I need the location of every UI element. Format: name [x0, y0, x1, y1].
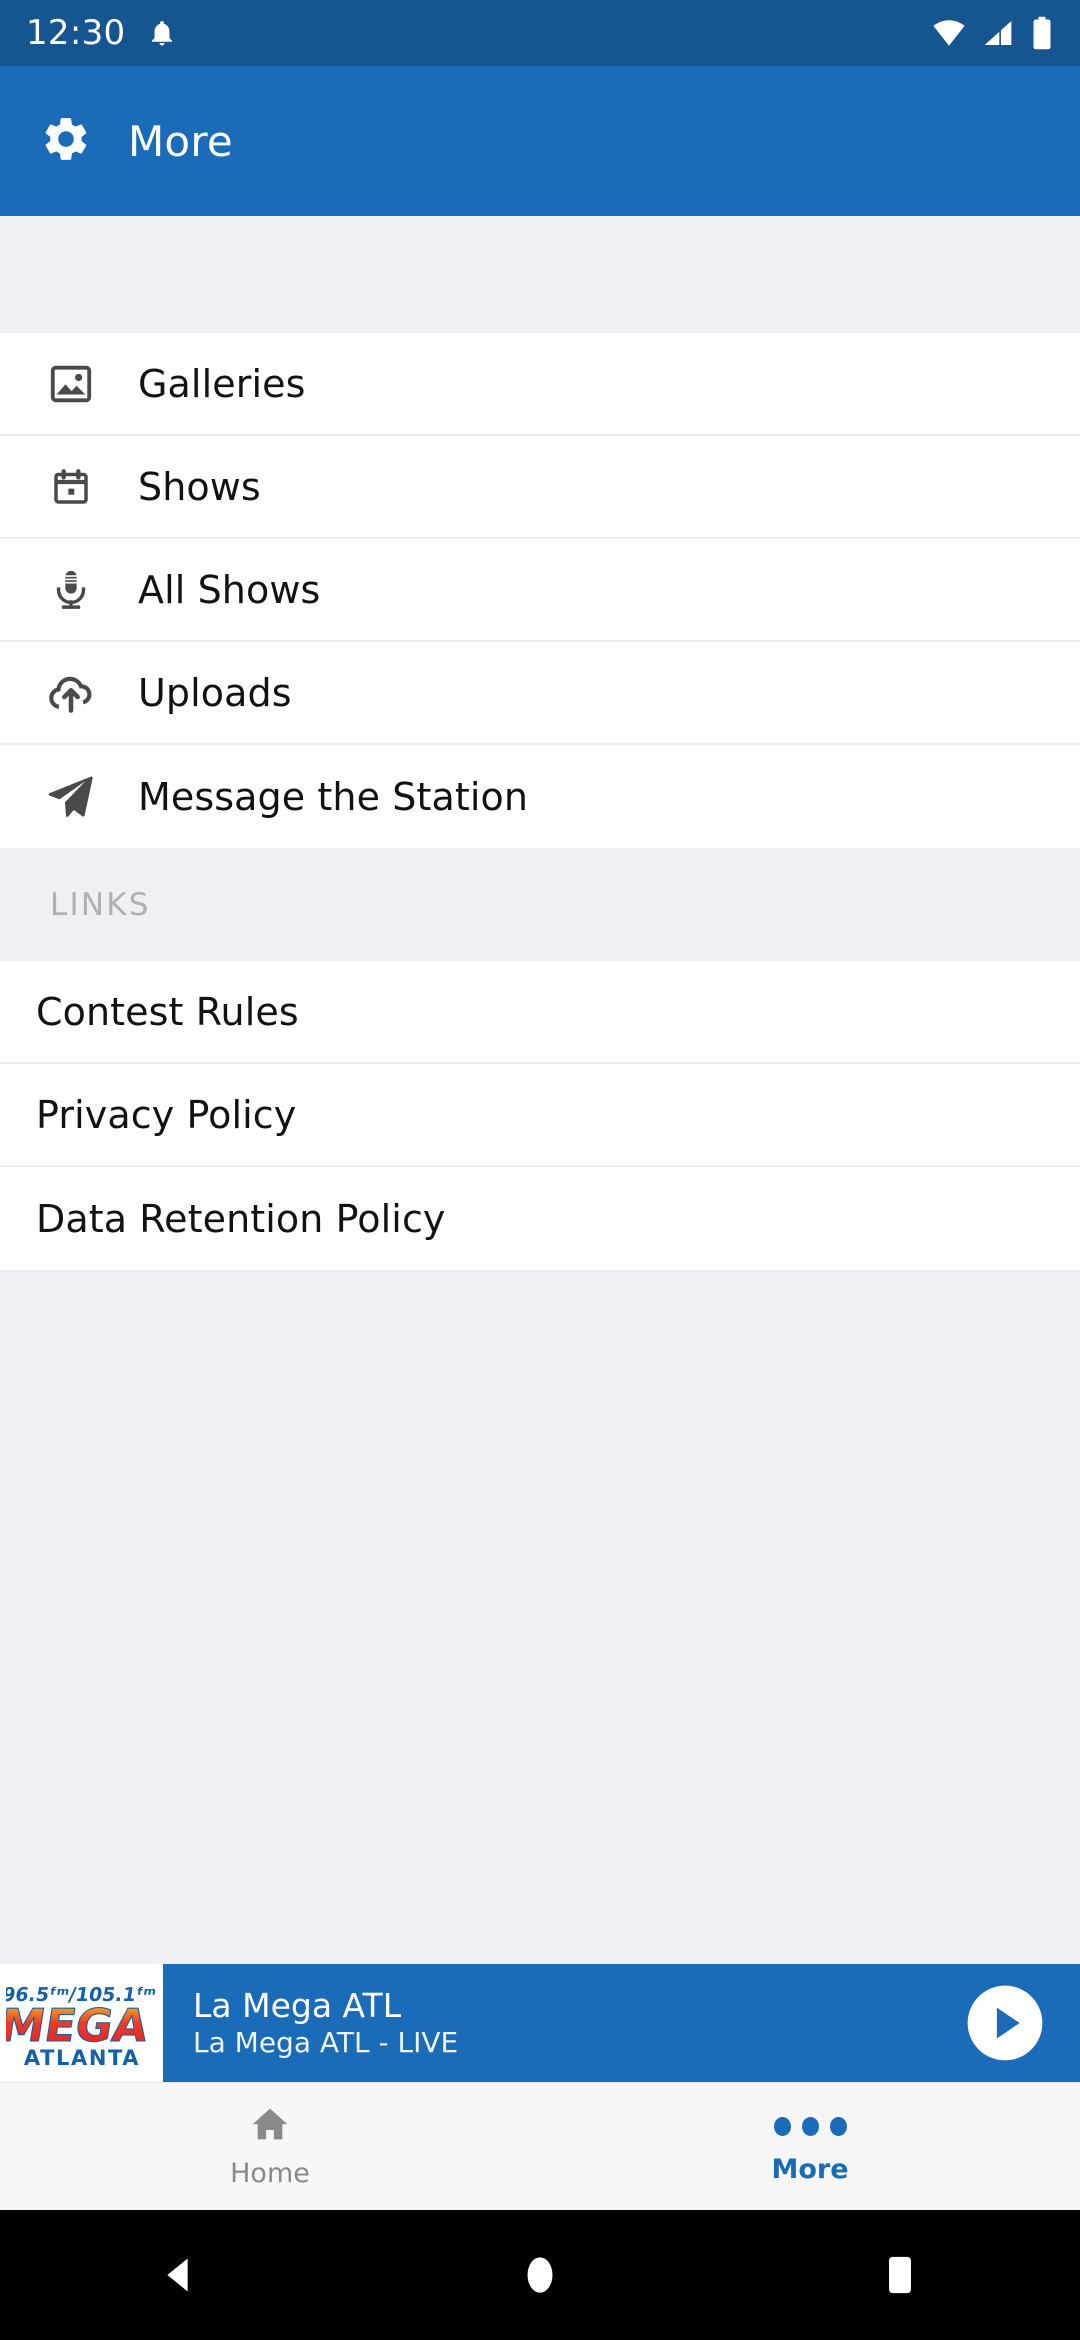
link-item-label: Contest Rules — [36, 989, 299, 1034]
status-bar-left: 12:30 — [26, 13, 177, 53]
microphone-icon — [36, 568, 106, 612]
phone-screen: 12:30 More Galleries Shows All Shows Upl… — [0, 0, 1080, 2340]
back-button[interactable] — [120, 2210, 240, 2340]
menu-item-label: All Shows — [138, 567, 321, 612]
recents-button[interactable] — [840, 2210, 960, 2340]
menu-item-all-shows[interactable]: All Shows — [0, 539, 1080, 642]
image-icon — [36, 361, 106, 407]
link-item-data-retention-policy[interactable]: Data Retention Policy — [0, 1167, 1080, 1270]
home-icon — [248, 2104, 292, 2148]
dot — [773, 2116, 791, 2136]
bottom-spacer — [0, 1270, 1080, 1964]
play-icon — [967, 1985, 1043, 2061]
logo-city: ATLANTA — [23, 2046, 139, 2070]
menu-list: Galleries Shows All Shows Uploads Messag… — [0, 333, 1080, 848]
link-item-privacy-policy[interactable]: Privacy Policy — [0, 1064, 1080, 1167]
home-button[interactable] — [480, 2210, 600, 2340]
nav-tab-home[interactable]: Home — [0, 2083, 540, 2210]
link-item-label: Privacy Policy — [36, 1092, 297, 1137]
paper-plane-icon — [36, 771, 106, 823]
links-section-header: LINKS — [0, 848, 1080, 961]
menu-item-label: Shows — [138, 464, 261, 509]
nav-tab-more[interactable]: More — [540, 2083, 1080, 2210]
wifi-icon — [932, 16, 966, 50]
gear-icon[interactable] — [40, 113, 92, 169]
battery-icon — [1030, 16, 1054, 50]
station-logo: 96.5ᶠᵐ/105.1ᶠᵐ MEGA ATLANTA — [0, 1964, 163, 2082]
android-system-nav — [0, 2210, 1080, 2340]
menu-item-label: Uploads — [138, 670, 292, 715]
bottom-navigation: Home More — [0, 2082, 1080, 2210]
top-spacer — [0, 216, 1080, 333]
content-scroll[interactable]: Galleries Shows All Shows Uploads Messag… — [0, 216, 1080, 1964]
section-header-label: LINKS — [50, 886, 151, 923]
menu-item-galleries[interactable]: Galleries — [0, 333, 1080, 436]
cloud-upload-icon — [36, 668, 106, 718]
dot — [829, 2116, 847, 2136]
notification-bell-icon — [147, 18, 177, 48]
mega-atlanta-logo: 96.5ᶠᵐ/105.1ᶠᵐ MEGA ATLANTA — [6, 1983, 157, 2070]
page-title: More — [128, 116, 233, 166]
status-bar: 12:30 — [0, 0, 1080, 66]
menu-item-uploads[interactable]: Uploads — [0, 642, 1080, 745]
player-title: La Mega ATL — [193, 1985, 402, 2025]
calendar-icon — [36, 467, 106, 507]
mini-player[interactable]: 96.5ᶠᵐ/105.1ᶠᵐ MEGA ATLANTA La Mega ATL … — [0, 1964, 1080, 2082]
dot — [801, 2116, 819, 2136]
cellular-signal-icon — [982, 17, 1014, 49]
player-subtitle: La Mega ATL - LIVE — [193, 2025, 459, 2059]
logo-brand: MEGA — [6, 1999, 152, 2052]
app-bar: More — [0, 66, 1080, 216]
nav-tab-label: More — [771, 2154, 849, 2185]
status-bar-right — [932, 16, 1054, 50]
status-clock: 12:30 — [26, 13, 126, 53]
menu-item-shows[interactable]: Shows — [0, 436, 1080, 539]
link-item-label: Data Retention Policy — [36, 1196, 446, 1241]
menu-item-message-the-station[interactable]: Message the Station — [0, 745, 1080, 848]
link-item-contest-rules[interactable]: Contest Rules — [0, 961, 1080, 1064]
player-metadata: La Mega ATL La Mega ATL - LIVE — [163, 1964, 930, 2082]
menu-item-label: Galleries — [138, 361, 306, 406]
menu-item-label: Message the Station — [138, 774, 529, 819]
three-dots-icon — [773, 2108, 847, 2144]
nav-tab-label: Home — [230, 2158, 310, 2189]
links-list: Contest Rules Privacy Policy Data Retent… — [0, 961, 1080, 1270]
play-button[interactable] — [930, 1964, 1080, 2082]
